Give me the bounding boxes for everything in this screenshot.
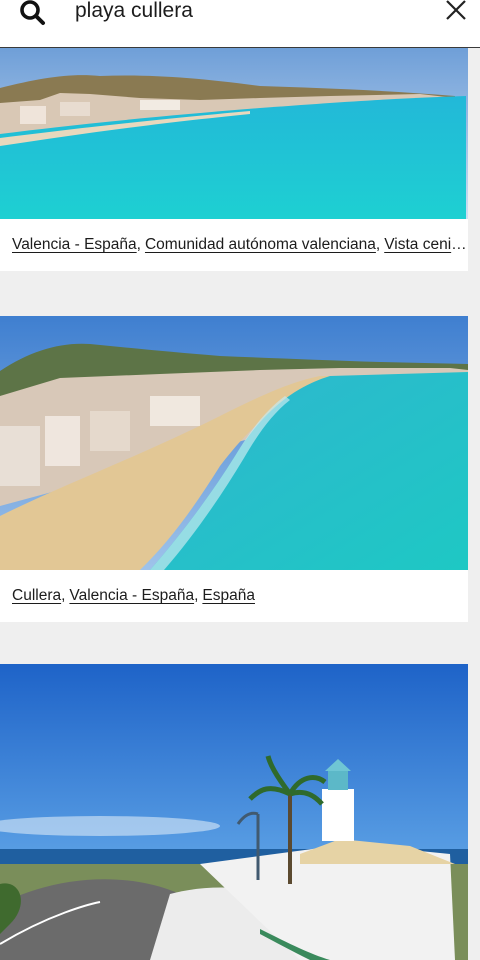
location-tag-link[interactable]: Valencia - España: [69, 587, 194, 605]
search-bar: [0, 0, 480, 48]
truncation-ellipsis: …: [451, 236, 467, 253]
result-card[interactable]: Cullera, Valencia - España, España: [0, 316, 468, 622]
result-image[interactable]: [0, 48, 468, 219]
result-card[interactable]: Valencia - España, Comunidad autónoma va…: [0, 48, 468, 271]
location-tag-link[interactable]: Vista ceni: [384, 236, 451, 254]
location-tag-link[interactable]: Cullera: [12, 587, 61, 605]
location-tag-link[interactable]: Comunidad autónoma valenciana: [145, 236, 376, 254]
result-image[interactable]: [0, 316, 468, 570]
result-caption: Cullera, Valencia - España, España: [12, 587, 255, 605]
location-tag-link[interactable]: España: [202, 587, 255, 605]
scroll-gutter: [468, 48, 480, 960]
result-card[interactable]: [0, 664, 468, 960]
location-tag-link[interactable]: Valencia - España: [12, 236, 137, 254]
result-image[interactable]: [0, 664, 468, 960]
search-icon[interactable]: [18, 0, 46, 26]
close-icon[interactable]: [444, 0, 468, 22]
result-caption: Valencia - España, Comunidad autónoma va…: [12, 236, 467, 254]
search-input[interactable]: [62, 0, 422, 28]
